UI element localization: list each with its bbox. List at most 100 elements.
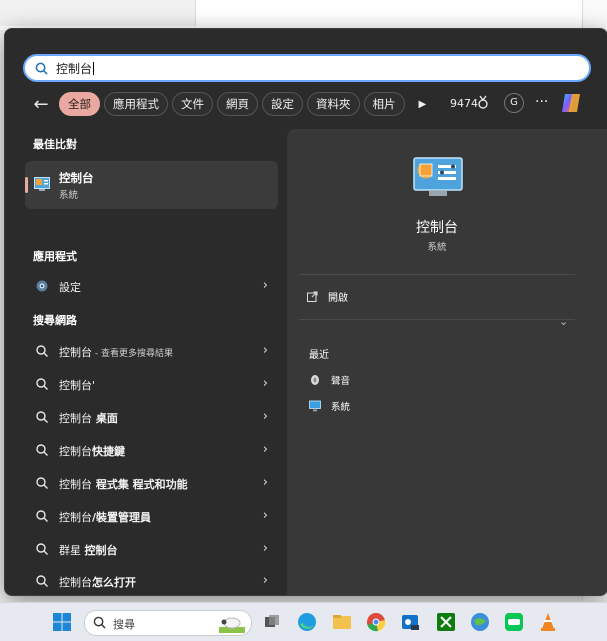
search-input[interactable]: 控制台	[23, 54, 591, 82]
play-arrow-icon[interactable]: ▶	[419, 99, 427, 110]
web-result-label: 控制台 桌面	[59, 410, 118, 426]
line-app-icon[interactable]	[504, 612, 524, 632]
web-result-3[interactable]: 控制台 桌面 ›	[25, 402, 278, 432]
web-result-prefix: 控制台	[59, 346, 92, 359]
sheep-highlight-icon	[219, 617, 245, 633]
more-options-icon[interactable]: ···	[535, 94, 548, 110]
filter-chip-documents[interactable]: 文件	[172, 92, 213, 116]
search-icon	[36, 575, 48, 587]
web-result-prefix: 控制台'	[59, 379, 96, 392]
web-result-1[interactable]: 控制台 - 查看更多搜尋結果 ›	[25, 336, 278, 366]
chevron-right-icon[interactable]: ›	[263, 573, 268, 588]
open-external-icon	[307, 291, 318, 302]
search-icon	[93, 616, 106, 629]
search-icon	[36, 444, 48, 456]
xbox-icon[interactable]	[436, 612, 456, 632]
copilot-icon[interactable]	[559, 91, 583, 115]
web-result-prefix: 控制台	[59, 412, 92, 425]
web-result-label: 群星 控制台	[59, 542, 118, 558]
text-caret	[93, 61, 95, 75]
chevron-right-icon[interactable]: ›	[263, 541, 268, 556]
edge-browser-icon[interactable]	[297, 612, 317, 632]
chevron-right-icon[interactable]: ›	[263, 278, 268, 293]
recent-item-label: 聲音	[331, 376, 351, 387]
web-result-suffix: 怎么打开	[92, 576, 136, 589]
web-result-suffix: 控制台	[84, 544, 118, 557]
taskbar: 搜尋	[0, 602, 607, 641]
preview-pane: 控制台 系統 開啟 ⌄ 最近 聲音 系統	[287, 129, 607, 595]
task-view-icon[interactable]	[262, 612, 282, 632]
chevron-right-icon[interactable]: ›	[263, 442, 268, 457]
filter-chip-settings[interactable]: 設定	[262, 92, 303, 116]
web-result-prefix: 控制台	[59, 511, 92, 524]
recent-item-sound[interactable]: 聲音	[309, 373, 350, 387]
web-search-heading: 搜尋網路	[33, 314, 77, 327]
back-arrow-icon[interactable]: ←	[29, 94, 53, 115]
chevron-right-icon[interactable]: ›	[263, 508, 268, 523]
file-explorer-icon[interactable]	[332, 612, 352, 632]
web-result-prefix: 群星	[59, 544, 85, 557]
web-result-label: 控制台快捷鍵	[59, 443, 125, 459]
search-icon	[36, 345, 48, 357]
globe-app-icon[interactable]	[470, 612, 490, 632]
gear-icon	[36, 280, 48, 292]
search-icon	[36, 477, 48, 489]
control-panel-large-icon	[413, 157, 463, 196]
filter-chip-web[interactable]: 網頁	[217, 92, 258, 116]
web-result-2[interactable]: 控制台' ›	[25, 369, 278, 399]
chevron-right-icon[interactable]: ›	[263, 376, 268, 391]
divider	[299, 274, 575, 275]
filter-chip-photos[interactable]: 相片	[363, 92, 405, 116]
web-result-suffix: /裝置管理員	[92, 511, 152, 524]
best-match-heading: 最佳比對	[33, 138, 77, 151]
apps-heading: 應用程式	[33, 250, 77, 263]
chevron-right-icon[interactable]: ›	[263, 475, 268, 490]
system-monitor-icon	[309, 400, 321, 412]
search-query: 控制台	[56, 61, 93, 76]
sound-icon	[311, 375, 319, 385]
windows-start-icon[interactable]	[52, 612, 72, 632]
taskbar-search-box[interactable]: 搜尋	[84, 610, 252, 636]
recent-item-system[interactable]: 系統	[309, 399, 350, 413]
web-result-label: 控制台怎么打开	[59, 574, 136, 590]
app-result-settings[interactable]: 設定 ›	[25, 271, 278, 301]
preview-subtitle: 系統	[427, 242, 447, 253]
filter-chip-folders[interactable]: 資料夾	[307, 92, 360, 116]
best-match-title: 控制台	[59, 171, 94, 185]
start-search-panel: 控制台 ← 全部 應用程式 文件 網頁 設定 資料夾 相片 ▶ 9474 G ·…	[4, 28, 607, 596]
preview-title: 控制台	[416, 220, 458, 236]
best-match-item[interactable]: 控制台 系統	[25, 161, 278, 209]
control-panel-icon	[34, 177, 50, 191]
web-result-suffix: 快捷鍵	[92, 445, 125, 458]
background-window-strip	[0, 0, 196, 26]
filter-chip-all[interactable]: 全部	[59, 92, 100, 116]
web-result-7[interactable]: 群星 控制台 ›	[25, 534, 278, 564]
web-result-5[interactable]: 控制台 程式集 程式和功能 ›	[25, 468, 278, 498]
chrome-icon[interactable]	[366, 612, 386, 632]
web-result-prefix: 控制台	[59, 445, 92, 458]
chevron-right-icon[interactable]: ›	[263, 409, 268, 424]
chevron-down-icon[interactable]: ⌄	[559, 315, 568, 328]
web-result-note: - 查看更多搜尋結果	[92, 349, 173, 359]
search-icon	[36, 543, 48, 555]
web-result-8[interactable]: 控制台怎么打开 ›	[25, 566, 278, 595]
taskbar-search-placeholder: 搜尋	[113, 618, 135, 631]
recent-heading: 最近	[309, 350, 329, 361]
account-avatar[interactable]: G	[504, 93, 524, 113]
recent-item-label: 系統	[331, 402, 351, 413]
web-result-label: 控制台 - 查看更多搜尋結果	[59, 344, 173, 360]
search-icon	[36, 378, 48, 390]
rewards-medal-icon	[478, 95, 488, 109]
search-icon	[36, 411, 48, 423]
outlook-new-icon[interactable]	[400, 612, 420, 632]
web-result-4[interactable]: 控制台快捷鍵 ›	[25, 435, 278, 465]
open-action[interactable]: 開啟	[307, 289, 348, 304]
vlc-icon[interactable]	[538, 612, 558, 632]
filter-chip-apps[interactable]: 應用程式	[104, 92, 168, 116]
search-icon	[36, 510, 48, 522]
chevron-right-icon[interactable]: ›	[263, 343, 268, 358]
rewards-points[interactable]: 9474	[450, 97, 478, 110]
web-result-suffix: 程式集 程式和功能	[92, 478, 188, 491]
web-result-6[interactable]: 控制台/裝置管理員 ›	[25, 501, 278, 531]
web-result-label: 控制台/裝置管理員	[59, 509, 151, 525]
